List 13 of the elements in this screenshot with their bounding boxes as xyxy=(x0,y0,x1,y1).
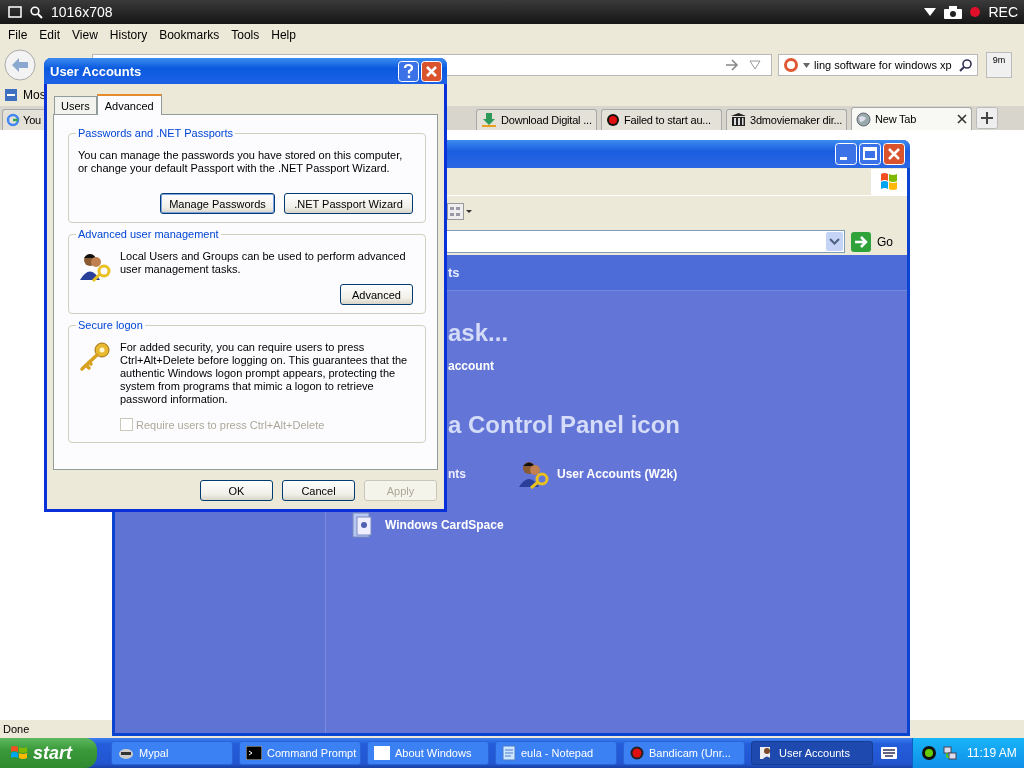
section-heading: ask... xyxy=(448,319,509,347)
capture-size: 1016x708 xyxy=(51,4,113,20)
group-title: Secure logon xyxy=(77,319,144,331)
checkbox-label: Require users to press Ctrl+Alt+Delete xyxy=(136,418,325,431)
group-text: You can manage the passwords you have stored on this computer, or change your default Passport with the .NET Passport Wizard. xyxy=(78,149,404,175)
status-text: Done xyxy=(3,723,30,735)
group-text: For added security, you can require users to press Ctrl+Alt+Delete before logging on. This guarantees that the authentic Windows logon prompt appears, protecting the system from programs that mimic a logon to retrieve password information. xyxy=(120,341,409,406)
section-heading: a Control Panel icon xyxy=(448,411,681,439)
group-title: Advanced user management xyxy=(77,228,220,240)
group-title: Passwords and .NET Passports xyxy=(77,127,235,139)
header-text: ts xyxy=(448,265,460,280)
group-text: Local Users and Groups can be used to perform advanced user management tasks. xyxy=(120,250,407,276)
dialog-title: User Accounts xyxy=(50,63,143,79)
